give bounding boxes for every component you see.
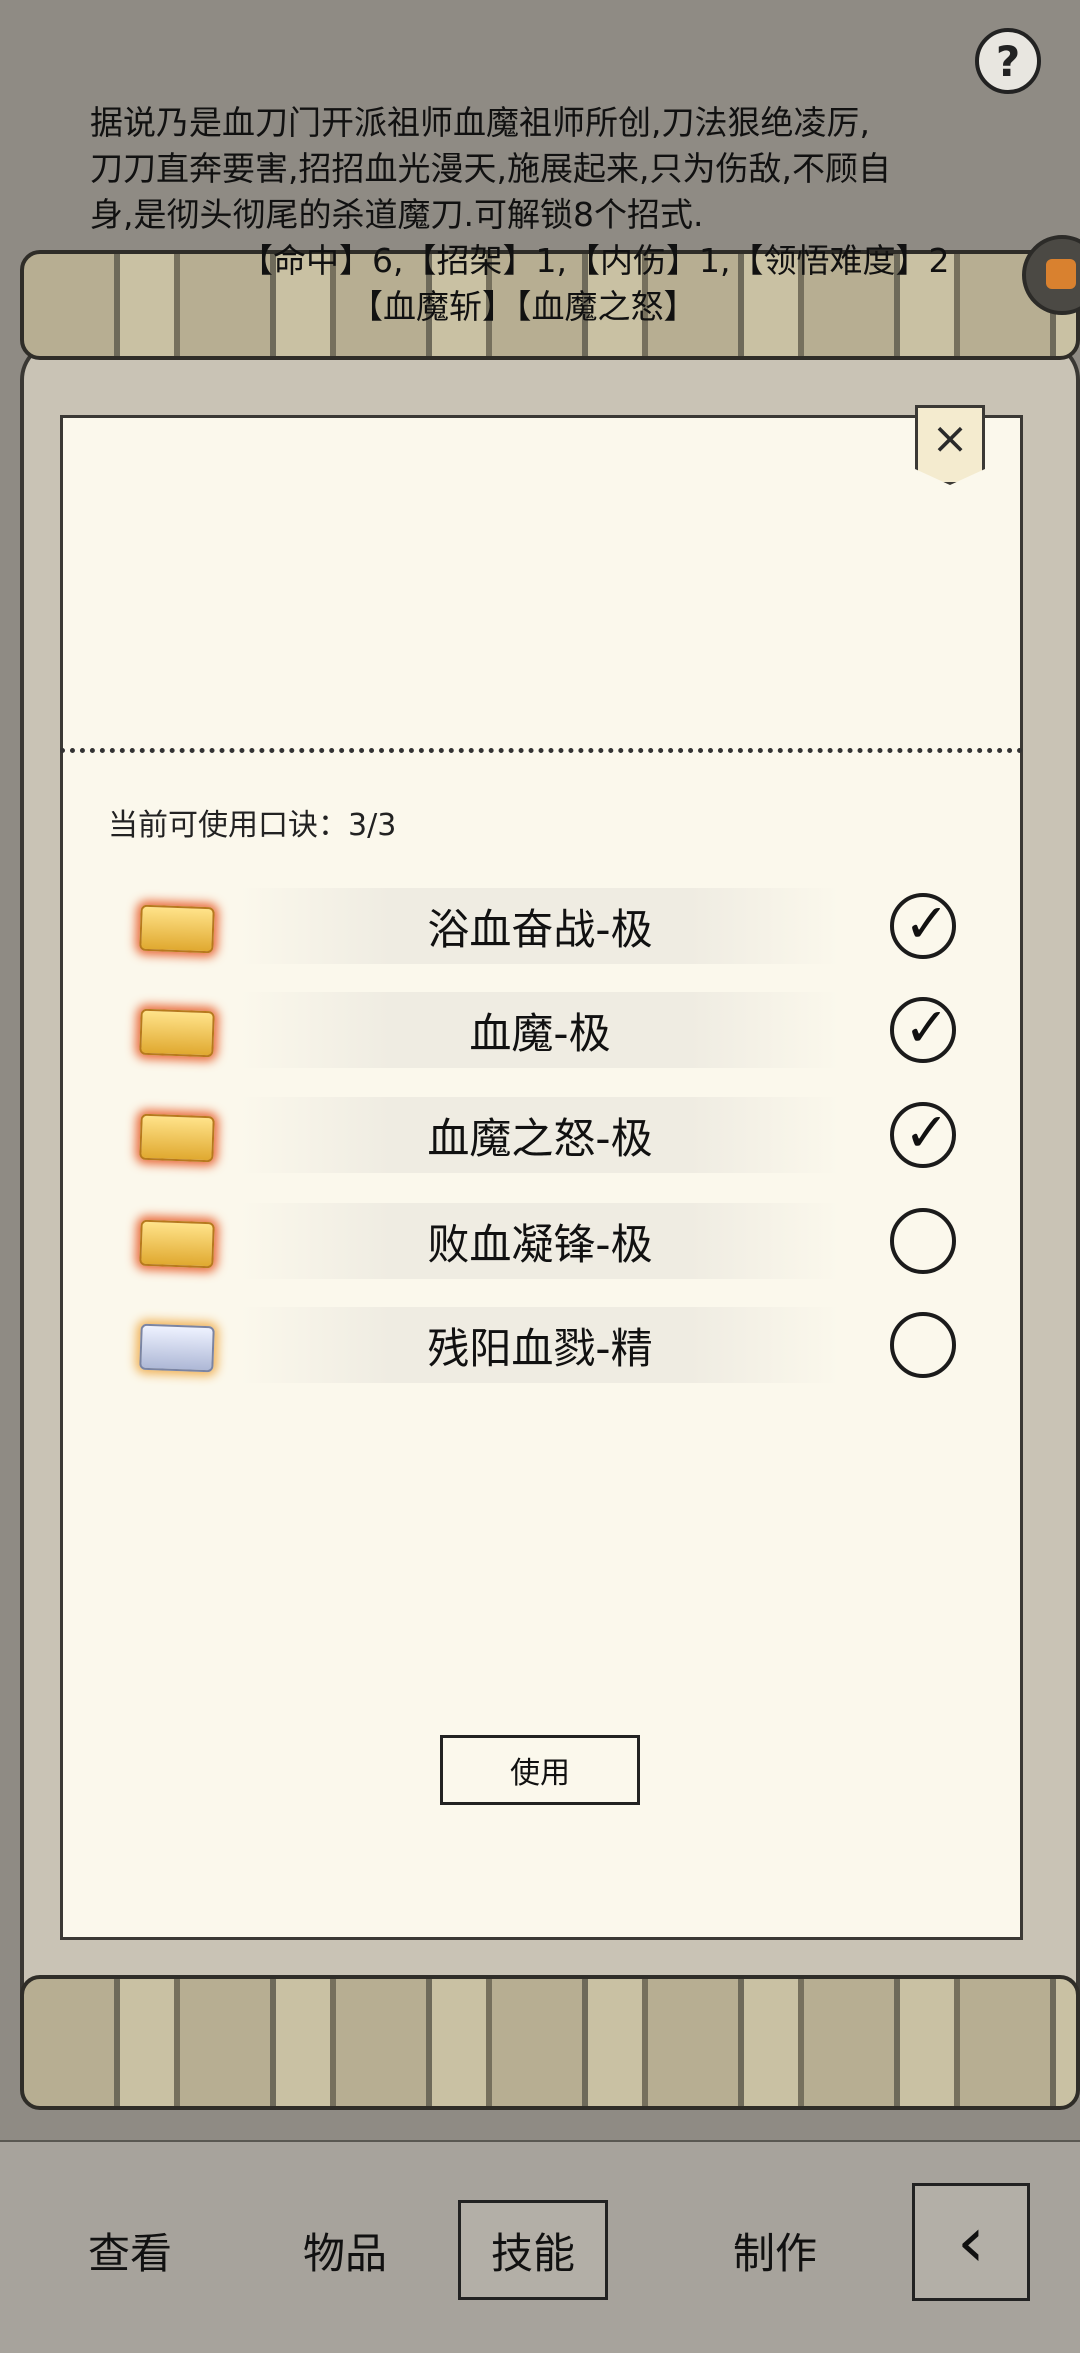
back-arrow-icon[interactable]: ‹ [912,2183,1030,2301]
mantra-row[interactable]: 浴血奋战-极 ✓ [130,888,980,964]
mantra-row[interactable]: 血魔-极 ✓ [130,992,980,1068]
scroll-icon [139,1113,215,1163]
description-line: 身,是彻头彻尾的杀道魔刀.可解锁8个招式. [90,195,704,234]
scroll-icon [139,1219,215,1269]
check-icon: ✓ [904,892,950,955]
checkbox-unchecked[interactable] [890,1208,956,1274]
description-line: 刀刀直奔要害,招招血光漫天,施展起来,只为伤敌,不顾自 [90,149,891,188]
check-icon: ✓ [904,1101,950,1164]
mantra-name: 残阳血戮-精 [240,1307,840,1383]
nav-craft[interactable]: 制作 [700,2200,850,2300]
description-line: 【血魔斩】【血魔之怒】 [350,287,697,326]
mantra-name: 浴血奋战-极 [240,888,840,964]
mantra-panel [60,415,1023,1940]
checkbox-checked[interactable]: ✓ [890,892,956,959]
nav-view[interactable]: 查看 [55,2200,205,2300]
checkbox-checked[interactable]: ✓ [890,1101,956,1168]
checkbox-unchecked[interactable] [890,1312,956,1378]
mantra-row[interactable]: 败血凝锋-极 [130,1203,980,1279]
divider [60,748,1023,753]
mantra-name: 血魔-极 [240,992,840,1068]
use-button[interactable]: 使用 [440,1735,640,1805]
mantra-row[interactable]: 残阳血戮-精 [130,1307,980,1383]
help-button[interactable]: ? [975,28,1041,94]
check-icon: ✓ [904,996,950,1059]
skill-description: 据说乃是血刀门开派祖师血魔祖师所创,刀法狠绝凌厉, 刀刀直奔要害,招招血光漫天,… [90,100,1010,330]
checkbox-checked[interactable]: ✓ [890,996,956,1063]
mantra-row[interactable]: 血魔之怒-极 ✓ [130,1097,980,1173]
scroll-icon [139,1008,215,1058]
scroll-roll-bottom [20,1975,1080,2110]
scroll-icon [139,904,215,954]
mantra-name: 血魔之怒-极 [240,1097,840,1173]
description-line: 【命中】6,【招架】1,【内伤】1,【领悟难度】2 [240,241,950,280]
nav-skills[interactable]: 技能 [458,2200,608,2300]
description-line: 据说乃是血刀门开派祖师血魔祖师所创,刀法狠绝凌厉, [90,103,870,142]
close-button[interactable]: × [915,405,985,485]
mantra-name: 败血凝锋-极 [240,1203,840,1279]
mantra-counter: 当前可使用口诀：3/3 [108,808,397,843]
scroll-icon [139,1323,215,1373]
nav-items[interactable]: 物品 [270,2200,420,2300]
